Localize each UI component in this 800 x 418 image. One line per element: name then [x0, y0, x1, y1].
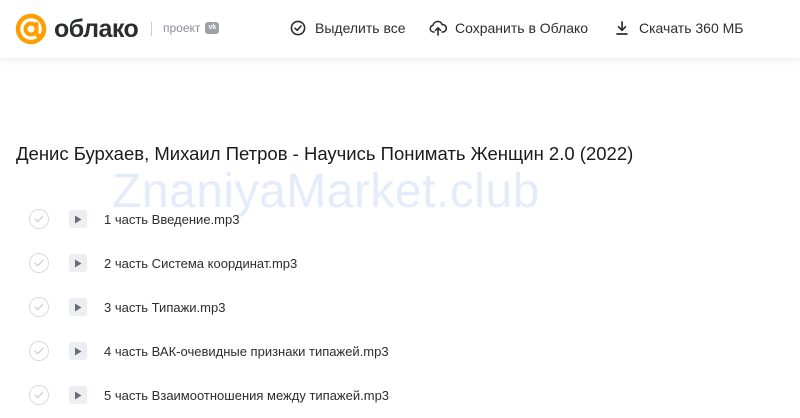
- select-checkbox[interactable]: [29, 385, 49, 405]
- save-to-cloud-label: Сохранить в Облако: [455, 20, 589, 36]
- audio-play-icon[interactable]: [69, 298, 87, 316]
- download-button[interactable]: Скачать 360 МБ: [613, 19, 744, 37]
- audio-play-icon[interactable]: [69, 342, 87, 360]
- checkmark-icon: [34, 391, 44, 399]
- project-vk-label[interactable]: проект vk: [163, 21, 220, 35]
- vk-icon: vk: [205, 22, 220, 34]
- file-name[interactable]: 2 часть Система координат.mp3: [104, 256, 297, 271]
- file-name[interactable]: 4 часть ВАК-очевидные признаки типажей.m…: [104, 344, 389, 359]
- file-row[interactable]: 4 часть ВАК-очевидные признаки типажей.m…: [0, 330, 800, 374]
- download-label: Скачать 360 МБ: [639, 20, 744, 36]
- select-all-label: Выделить все: [315, 20, 406, 36]
- checkmark-icon: [34, 347, 44, 355]
- top-bar: облако проект vk Выделить все Сохранить …: [0, 0, 800, 59]
- select-checkbox[interactable]: [29, 341, 49, 361]
- select-all-button[interactable]: Выделить все: [289, 19, 406, 37]
- logo-text: облако: [54, 15, 139, 43]
- check-circle-icon: [289, 19, 307, 37]
- checkmark-icon: [34, 215, 44, 223]
- audio-play-icon[interactable]: [69, 386, 87, 404]
- audio-play-icon[interactable]: [69, 254, 87, 272]
- oblako-logo[interactable]: облако: [14, 12, 139, 46]
- file-name[interactable]: 3 часть Типажи.mp3: [104, 300, 225, 315]
- project-text: проект: [163, 21, 201, 35]
- audio-play-icon[interactable]: [69, 210, 87, 228]
- checkmark-icon: [34, 303, 44, 311]
- at-sign-logo-icon: [15, 13, 47, 45]
- file-row[interactable]: 2 часть Система координат.mp3: [0, 242, 800, 286]
- logo-divider: [151, 22, 152, 36]
- download-icon: [613, 19, 631, 37]
- file-name[interactable]: 1 часть Введение.mp3: [104, 212, 239, 227]
- checkmark-icon: [34, 259, 44, 267]
- file-row[interactable]: 3 часть Типажи.mp3: [0, 286, 800, 330]
- folder-title: Денис Бурхаев, Михаил Петров - Научись П…: [16, 143, 634, 164]
- select-checkbox[interactable]: [29, 297, 49, 317]
- save-to-cloud-button[interactable]: Сохранить в Облако: [429, 19, 588, 37]
- select-checkbox[interactable]: [29, 209, 49, 229]
- file-row[interactable]: 1 часть Введение.mp3: [0, 198, 800, 242]
- cloud-upload-icon: [429, 19, 447, 37]
- file-row[interactable]: 5 часть Взаимоотношения между типажей.mp…: [0, 374, 800, 418]
- file-name[interactable]: 5 часть Взаимоотношения между типажей.mp…: [104, 388, 389, 403]
- select-checkbox[interactable]: [29, 253, 49, 273]
